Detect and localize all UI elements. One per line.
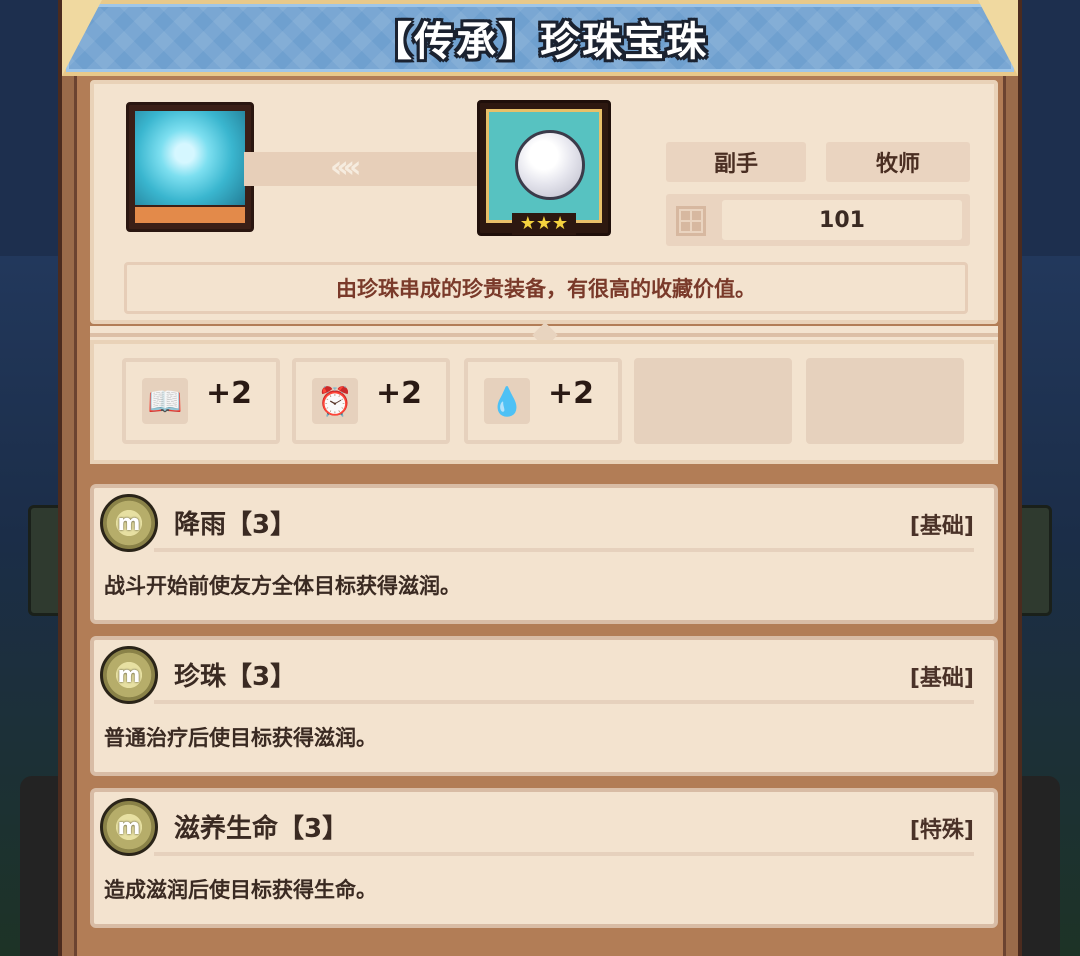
slot-tag: 副手 <box>666 142 806 182</box>
skill-description: 战斗开始前使友方全体目标获得滋润。 <box>104 574 461 598</box>
clock-icon: ⏰ <box>312 378 358 424</box>
level-value: 101 <box>722 200 962 240</box>
pearl-icon <box>515 130 585 200</box>
item-title: 【传承】珍珠宝珠 <box>372 19 708 65</box>
inherit-arrow: ‹‹‹‹ <box>244 150 489 186</box>
item-info-panel: ‹‹‹‹ ★★★ 副手 牧师 101 由珍珠串成的珍贵装备，有很高的收藏价值。 <box>90 80 998 324</box>
skill-name: 降雨【3】 <box>174 510 297 540</box>
stat-value: +2 <box>548 376 595 411</box>
title-bar: 【传承】珍珠宝珠 <box>62 0 1018 76</box>
item-icon-background <box>486 109 602 223</box>
water-drop-icon: 💧 <box>484 378 530 424</box>
skill-card[interactable]: m 降雨【3】 [基础] 战斗开始前使友方全体目标获得滋润。 <box>90 484 998 624</box>
item-description: 由珍珠串成的珍贵装备，有很高的收藏价值。 <box>124 262 968 314</box>
hero-portrait-image <box>135 111 245 205</box>
skill-header: 滋养生命【3】 [特殊] <box>154 800 974 856</box>
stat-slot: ⏰ +2 <box>292 358 450 444</box>
skill-type: [特殊] <box>909 818 974 843</box>
skill-name: 珍珠【3】 <box>174 662 297 692</box>
stat-value: +2 <box>206 376 253 411</box>
title-corner-left <box>62 0 102 76</box>
stat-slot: 💧 +2 <box>464 358 622 444</box>
stat-slot-empty <box>634 358 792 444</box>
skill-type: [基础] <box>909 666 974 691</box>
title-corner-right <box>978 0 1018 76</box>
skill-description: 造成滋润后使目标获得生命。 <box>104 878 377 902</box>
skill-coin-icon: m <box>100 798 158 856</box>
chevron-left-icon: ‹‹‹‹ <box>330 150 362 185</box>
star-rating-icon: ★★★ <box>512 213 576 235</box>
level-icon <box>676 206 706 236</box>
book-icon: 📖 <box>142 378 188 424</box>
stat-slot: 📖 +2 <box>122 358 280 444</box>
stat-panel: 📖 +2 ⏰ +2 💧 +2 <box>90 340 998 464</box>
item-detail-card: 【传承】珍珠宝珠 ‹‹‹‹ ★★★ 副手 牧师 101 由珍珠串成的珍贵装备，有… <box>58 0 1022 956</box>
skill-card[interactable]: m 珍珠【3】 [基础] 普通治疗后使目标获得滋润。 <box>90 636 998 776</box>
stat-slot-empty <box>806 358 964 444</box>
skill-type: [基础] <box>909 514 974 539</box>
stat-value: +2 <box>376 376 423 411</box>
skill-header: 降雨【3】 [基础] <box>154 496 974 552</box>
item-icon-frame[interactable]: ★★★ <box>477 100 611 236</box>
hero-portrait[interactable] <box>126 102 254 232</box>
skill-description: 普通治疗后使目标获得滋润。 <box>104 726 377 750</box>
class-tag: 牧师 <box>826 142 970 182</box>
skill-coin-icon: m <box>100 646 158 704</box>
skill-card[interactable]: m 滋养生命【3】 [特殊] 造成滋润后使目标获得生命。 <box>90 788 998 928</box>
hero-portrait-bar <box>135 207 245 223</box>
skill-coin-icon: m <box>100 494 158 552</box>
skill-header: 珍珠【3】 [基础] <box>154 648 974 704</box>
skill-name: 滋养生命【3】 <box>174 814 349 844</box>
level-box: 101 <box>666 194 970 246</box>
